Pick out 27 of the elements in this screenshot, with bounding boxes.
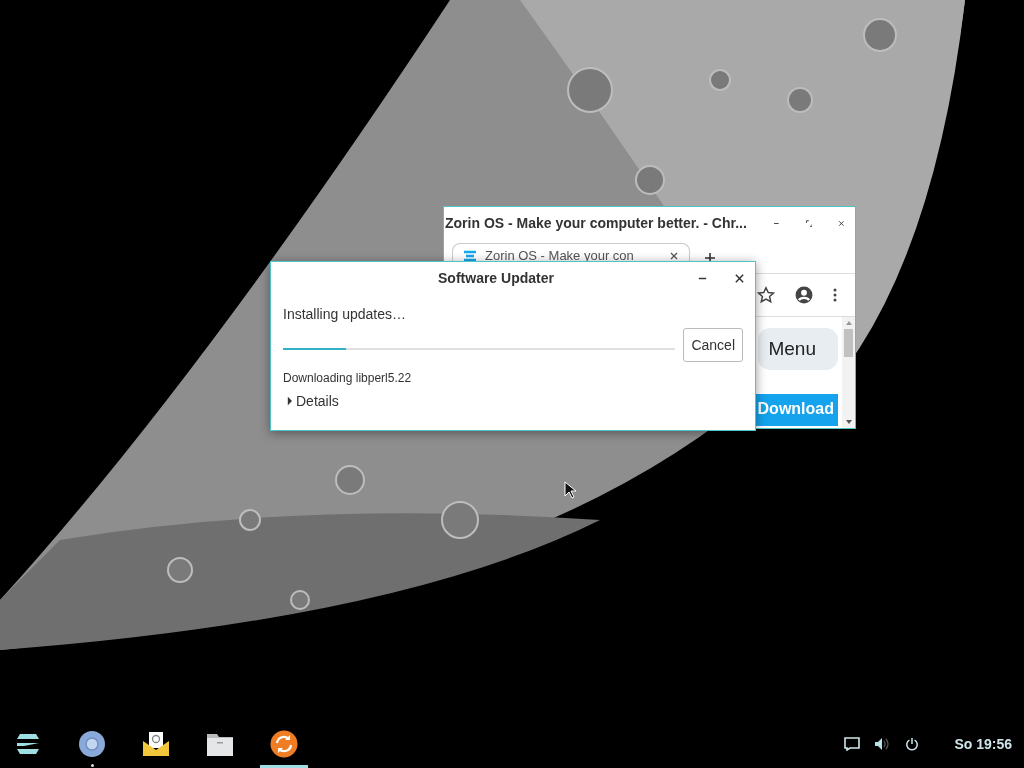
mail-icon — [142, 730, 170, 758]
scrollbar[interactable] — [842, 317, 855, 428]
power-icon[interactable] — [904, 737, 921, 751]
update-icon — [270, 730, 298, 758]
browser-icon — [78, 730, 106, 758]
mouse-pointer-icon — [564, 481, 576, 499]
maximize-icon[interactable] — [805, 217, 813, 229]
window-title: Software Updater — [437, 270, 555, 286]
menu-button[interactable]: Menu — [758, 328, 838, 370]
new-tab-icon[interactable] — [704, 252, 716, 264]
close-icon[interactable] — [734, 272, 745, 284]
close-icon[interactable] — [669, 251, 679, 261]
clock[interactable]: So 19:56 — [954, 736, 1012, 752]
scrollbar-thumb[interactable] — [844, 329, 853, 357]
logo-icon — [463, 250, 477, 262]
cancel-button[interactable]: Cancel — [683, 328, 743, 362]
account-icon[interactable] — [795, 286, 813, 304]
download-status-text: Downloading libperl5.22 — [283, 371, 413, 385]
window-title: Zorin OS - Make your computer better. - Chr... — [444, 215, 747, 231]
star-icon[interactable] — [757, 286, 775, 304]
scroll-up-icon[interactable] — [844, 320, 853, 326]
details-expander[interactable]: Details — [283, 393, 339, 409]
notification-icon[interactable] — [844, 737, 861, 751]
expand-icon — [287, 396, 292, 406]
volume-icon[interactable] — [874, 737, 891, 751]
status-text: Installing updates… — [283, 306, 407, 322]
more-options-icon[interactable] — [833, 287, 837, 303]
